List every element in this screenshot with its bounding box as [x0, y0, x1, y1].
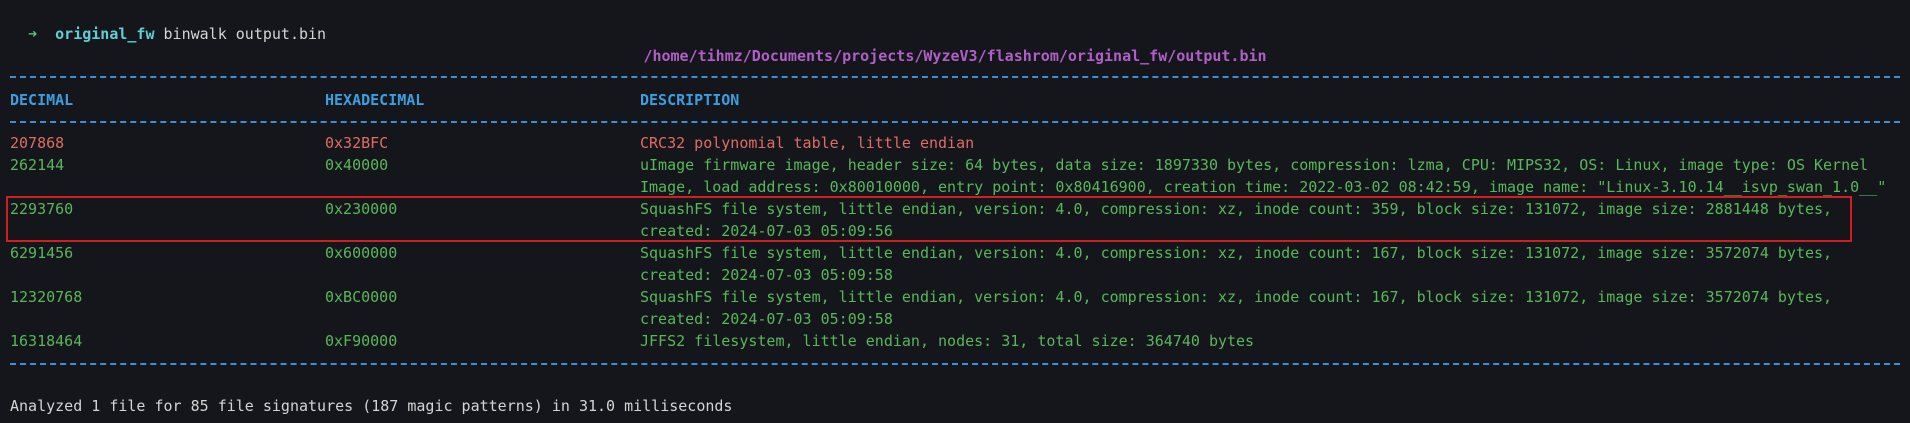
row-description-line: created: 2024-07-03 05:09:58 [640, 310, 893, 328]
row-description: CRC32 polynomial table, little endian [640, 134, 975, 152]
column-header-description: DESCRIPTION [640, 91, 740, 109]
table-rule-header [10, 121, 1900, 123]
row-description-line: SquashFS file system, little endian, ver… [640, 288, 1833, 306]
scan-summary: Analyzed 1 file for 85 file signatures (… [10, 397, 733, 415]
row-description-line: uImage firmware image, header size: 64 b… [640, 156, 1869, 174]
prompt-command: binwalk output.bin [163, 25, 327, 43]
row-hex: 0x40000 [325, 156, 389, 174]
row-description-line: SquashFS file system, little endian, ver… [640, 244, 1833, 262]
highlight-box [6, 196, 1852, 242]
table-rule-bottom [10, 363, 1900, 365]
row-decimal: 12320768 [10, 288, 83, 306]
row-description-line: created: 2024-07-03 05:09:58 [640, 266, 893, 284]
row-hex: 0x600000 [325, 244, 398, 262]
row-description: JFFS2 filesystem, little endian, nodes: … [640, 332, 1255, 350]
row-description-line: Image, load address: 0x80010000, entry p… [640, 178, 1887, 196]
row-hex: 0x32BFC [325, 134, 389, 152]
column-header-decimal: DECIMAL [10, 91, 74, 109]
table-rule-top [10, 76, 1900, 78]
column-header-hexadecimal: HEXADECIMAL [325, 91, 425, 109]
scanned-file-path: /home/tihmz/Documents/projects/WyzeV3/fl… [643, 47, 1267, 65]
row-decimal: 207868 [10, 134, 65, 152]
row-decimal: 16318464 [10, 332, 83, 350]
prompt-arrow-icon: ➜ [28, 25, 38, 43]
terminal-prompt: ➜ original_fw binwalk output.bin [10, 1, 326, 45]
row-decimal: 262144 [10, 156, 65, 174]
prompt-cwd: original_fw [55, 25, 155, 43]
row-hex: 0xBC0000 [325, 288, 398, 306]
row-decimal: 6291456 [10, 244, 74, 262]
row-hex: 0xF90000 [325, 332, 398, 350]
